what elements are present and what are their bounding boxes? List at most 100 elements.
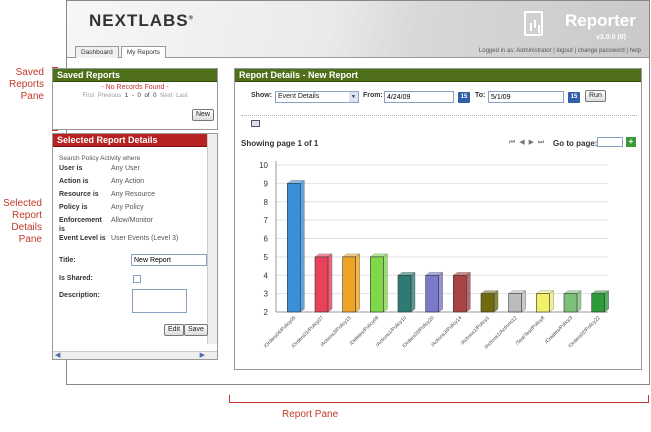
y-tick-label: 10 xyxy=(259,161,268,170)
is-shared-checkbox[interactable] xyxy=(133,275,141,283)
event-bar-chart: 2345678910/Orders04/Policy05/Orders01/Po… xyxy=(259,161,610,350)
bar-side xyxy=(438,271,443,313)
bar xyxy=(314,256,329,313)
event-level-filter-label: Event Level is xyxy=(59,235,106,242)
from-date-input[interactable] xyxy=(384,91,454,103)
bar-side xyxy=(327,253,333,313)
tab-my-reports[interactable]: My Reports xyxy=(120,46,167,58)
tab-dashboard[interactable]: Dashboard xyxy=(75,46,119,58)
bar xyxy=(425,274,439,313)
bar-side xyxy=(549,290,554,313)
bar-side xyxy=(383,253,388,313)
bar xyxy=(508,293,522,313)
save-button[interactable]: Save xyxy=(184,324,208,336)
enforcement-filter-label: Enforcement is xyxy=(59,217,102,233)
show-select-value: Event Details xyxy=(278,93,320,100)
title-label: Title: xyxy=(59,257,76,264)
resource-filter-label: Resource is xyxy=(59,191,99,198)
bar xyxy=(342,256,356,313)
resource-filter-value: Any Resource xyxy=(111,191,155,198)
description-label: Description: xyxy=(59,292,100,299)
logo-text: NEXTLABS xyxy=(89,11,189,30)
bar xyxy=(591,293,605,313)
user-filter-value: Any User xyxy=(111,165,140,172)
report-pane-annotation: Report Pane xyxy=(282,409,352,421)
pager-last[interactable]: Last xyxy=(176,93,187,99)
pager-next[interactable]: Next xyxy=(160,93,172,99)
pager-first[interactable]: First xyxy=(82,93,94,99)
page-navigation-icons[interactable]: ⏮ ◀ ▶ ⏭ xyxy=(509,138,545,147)
show-select[interactable]: Event Details ▼ xyxy=(275,91,359,103)
selected-report-details-panel: Selected Report Details Search Policy Ac… xyxy=(52,133,218,360)
app-header: NEXTLABS® Dashboard My Reports Reporter … xyxy=(67,1,649,58)
main-tabs: Dashboard My Reports xyxy=(75,46,167,58)
title-input[interactable] xyxy=(131,254,207,266)
report-pane-annotation-text: Report Pane xyxy=(282,409,339,420)
report-details-title: Report Details - New Report xyxy=(235,69,641,82)
edit-button[interactable]: Edit xyxy=(164,324,185,336)
bar-side xyxy=(521,290,526,313)
pager-previous[interactable]: Previous xyxy=(98,93,121,99)
saved-reports-pane-annotation-text: Saved Reports Pane xyxy=(8,67,44,102)
to-date-input[interactable] xyxy=(488,91,564,103)
scroll-left-icon[interactable]: ◀ xyxy=(55,351,60,359)
bar-side xyxy=(466,271,471,313)
saved-reports-pager: First Previous 1 - 0 of 0 Next Last xyxy=(53,93,217,99)
y-tick-label: 2 xyxy=(264,308,269,317)
bar-side xyxy=(410,271,416,313)
selected-report-details-title: Selected Report Details xyxy=(53,134,217,147)
y-tick-label: 6 xyxy=(264,235,269,244)
is-shared-label: Is Shared: xyxy=(59,275,93,282)
reporter-chart-icon xyxy=(524,11,543,36)
bar xyxy=(370,256,384,313)
y-tick-label: 9 xyxy=(264,179,269,188)
goto-page-label: Go to page: xyxy=(553,139,598,148)
saved-reports-title: Saved Reports xyxy=(53,69,217,82)
goto-page-input[interactable] xyxy=(597,137,623,147)
from-label: From: xyxy=(363,92,383,99)
bar xyxy=(453,274,467,313)
scroll-right-icon[interactable]: ▶ xyxy=(200,351,205,359)
app-name: Reporter xyxy=(565,11,636,30)
vertical-scrollbar[interactable] xyxy=(207,134,217,344)
goto-page-button[interactable]: + xyxy=(626,137,636,147)
y-tick-label: 4 xyxy=(264,271,269,280)
x-tick-label: /Actions3/Policy15 xyxy=(319,315,352,348)
x-tick-label: /Actions1/Policy1 xyxy=(460,315,491,346)
toolbar-divider xyxy=(241,115,637,116)
x-tick-label: /Test/Test/Policy8 xyxy=(515,315,547,347)
user-filter-label: User is xyxy=(59,165,83,172)
nextlabs-logo: NEXTLABS® xyxy=(89,11,194,31)
enforcement-filter-value: Allow/Monitor xyxy=(111,217,154,224)
horizontal-scrollbar[interactable]: ◀ ▶ xyxy=(53,351,217,359)
x-tick-label: /Actions3/Policy14 xyxy=(430,315,463,348)
from-calendar-icon[interactable]: 15 xyxy=(458,92,470,103)
search-intro: Search Policy Activity where xyxy=(59,155,141,162)
policy-filter-label: Policy is xyxy=(59,204,88,211)
saved-reports-pane-annotation: Saved Reports Pane xyxy=(2,67,44,103)
chevron-down-icon: ▼ xyxy=(349,92,358,102)
bar xyxy=(397,274,412,313)
user-links[interactable]: Logged in as: Administrator | logout | c… xyxy=(479,48,641,54)
bar-side xyxy=(493,290,499,313)
report-toolbar: Show: Event Details ▼ From: 15 To: 15 Ru… xyxy=(235,84,641,106)
y-tick-label: 7 xyxy=(264,216,269,225)
saved-reports-panel: Saved Reports - No Records Found - First… xyxy=(52,68,218,130)
to-calendar-icon[interactable]: 15 xyxy=(568,92,580,103)
bar-side xyxy=(604,290,609,313)
new-report-button[interactable]: New xyxy=(191,109,214,121)
bar xyxy=(287,183,301,313)
x-tick-label: /Creates/Policy3 xyxy=(544,315,574,345)
y-tick-label: 8 xyxy=(264,198,269,207)
action-filter-label: Action is xyxy=(59,178,89,185)
bar xyxy=(480,293,495,313)
print-icon[interactable] xyxy=(251,120,260,127)
description-input[interactable] xyxy=(132,289,187,313)
bar xyxy=(563,293,578,313)
selected-report-details-pane-annotation: Selected Report Details Pane xyxy=(2,198,42,246)
no-records-text: - No Records Found - xyxy=(101,84,169,91)
to-label: To: xyxy=(475,92,486,99)
paging-status: Showing page 1 of 1 xyxy=(241,139,319,148)
run-button[interactable]: Run xyxy=(585,90,606,102)
bar-side xyxy=(576,290,582,313)
